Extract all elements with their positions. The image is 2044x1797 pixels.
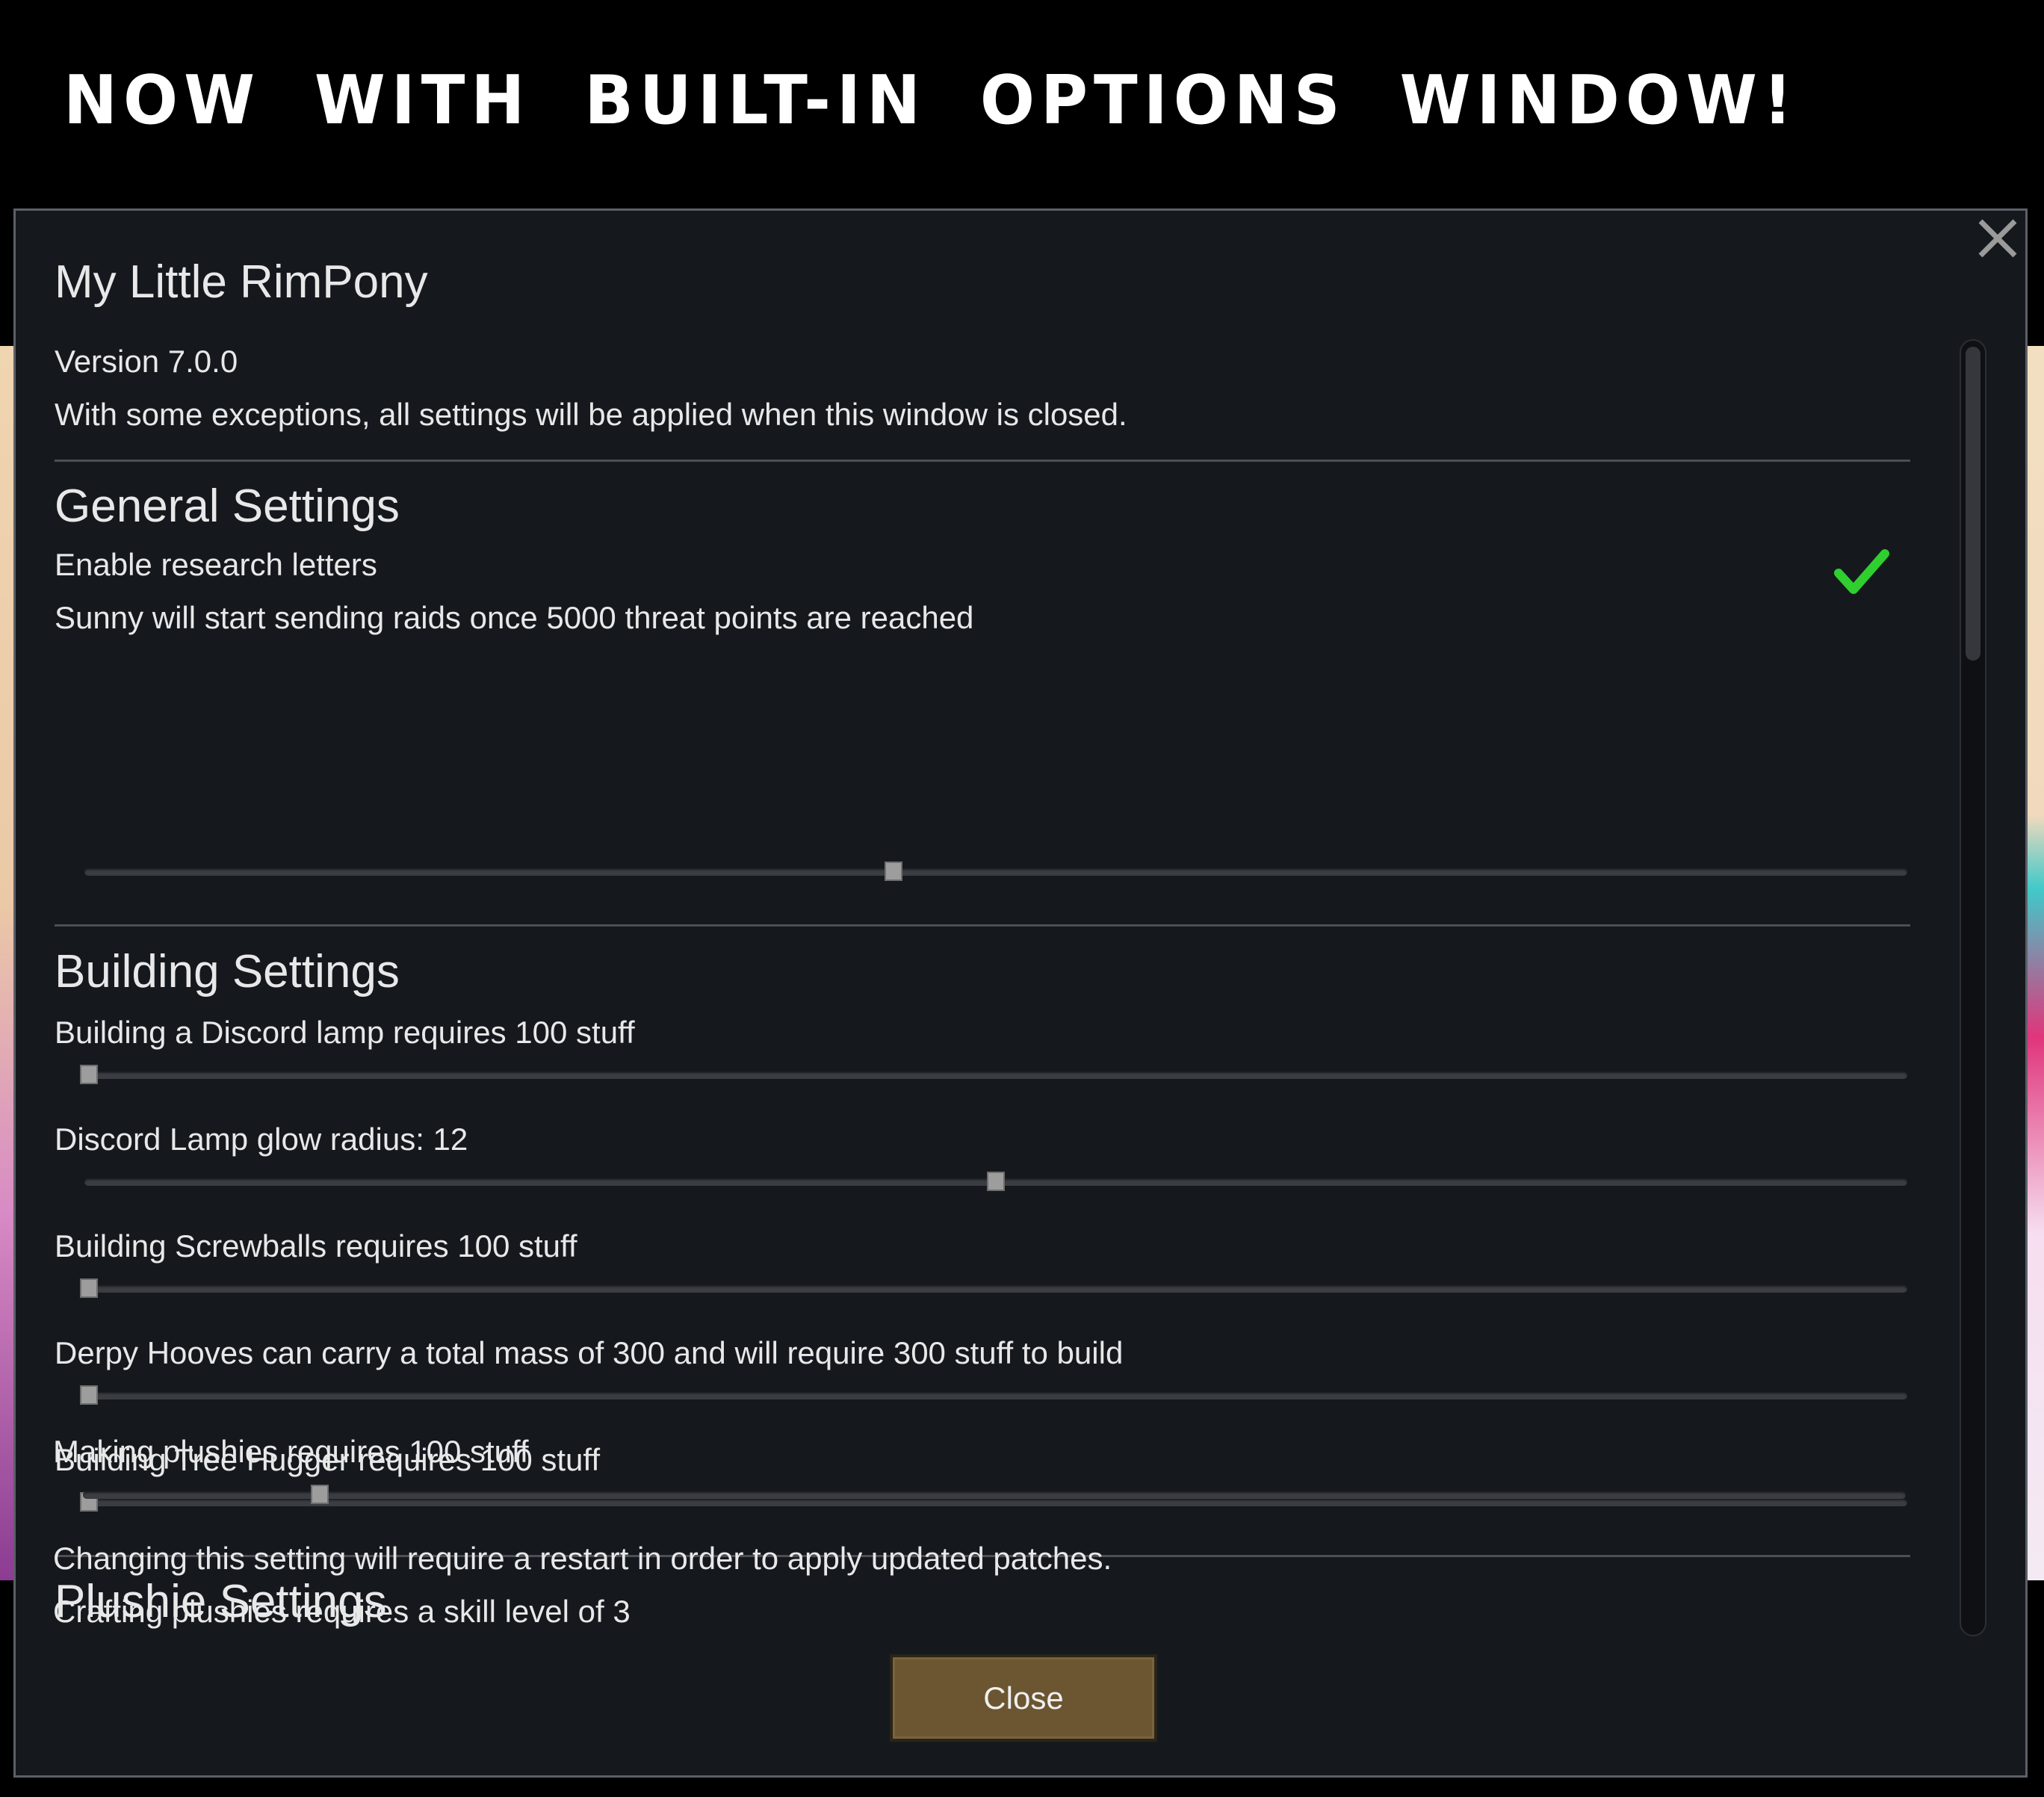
research-letters-label: Enable research letters: [55, 547, 377, 582]
slider-thumb[interactable]: [885, 862, 903, 881]
promo-banner-text: Now with built-in options window!: [64, 61, 1799, 140]
research-letters-checkbox[interactable]: [1833, 543, 1889, 600]
plushie-skill-label: Crafting plushies requires a skill level…: [53, 1594, 631, 1629]
slider-track: [84, 1392, 1907, 1399]
screwballs-cost-label: Building Screwballs requires 100 stuff: [55, 1228, 577, 1264]
slider-track: [84, 1071, 1907, 1079]
settings-scroll-content: My Little RimPony Version 7.0.0 With som…: [55, 211, 1922, 1645]
vertical-scrollbar[interactable]: [1960, 339, 1986, 1636]
discord-lamp-radius-label: Discord Lamp glow radius: 12: [55, 1122, 468, 1157]
close-button[interactable]: Close: [890, 1654, 1157, 1742]
raids-threshold-slider[interactable]: [84, 861, 1907, 883]
section-divider: [55, 924, 1910, 927]
discord-lamp-cost-label: Building a Discord lamp requires 100 stu…: [55, 1015, 635, 1050]
general-settings-title: General Settings: [55, 480, 400, 532]
discord-lamp-radius-slider[interactable]: [84, 1171, 1907, 1193]
checkmark-icon: [1834, 549, 1889, 594]
apply-note: With some exceptions, all settings will …: [55, 397, 1127, 432]
slider-thumb[interactable]: [80, 1065, 98, 1084]
version-text: Version 7.0.0: [55, 344, 238, 379]
making-plushies-slider[interactable]: [83, 1484, 1906, 1506]
derpy-hooves-slider[interactable]: [80, 1385, 1907, 1407]
slider-track: [83, 1491, 1906, 1499]
making-plushies-label: Making plushies requires 100 stuff: [53, 1434, 529, 1469]
mod-title: My Little RimPony: [55, 256, 428, 308]
restart-note: Changing this setting will require a res…: [53, 1541, 1112, 1576]
slider-thumb[interactable]: [80, 1385, 98, 1405]
section-divider: [55, 460, 1910, 462]
slider-track: [84, 1285, 1907, 1293]
raids-threshold-label: Sunny will start sending raids once 5000…: [55, 600, 974, 635]
scrollbar-thumb[interactable]: [1966, 347, 1980, 661]
slider-track: [84, 868, 1907, 876]
discord-lamp-cost-slider[interactable]: [80, 1064, 1907, 1086]
screwballs-cost-slider[interactable]: [80, 1278, 1907, 1300]
building-settings-title: Building Settings: [55, 946, 400, 998]
slider-thumb[interactable]: [80, 1278, 98, 1298]
slider-thumb[interactable]: [987, 1172, 1005, 1191]
close-x-icon[interactable]: [1975, 215, 2021, 262]
derpy-hooves-label: Derpy Hooves can carry a total mass of 3…: [55, 1335, 1124, 1370]
slider-thumb[interactable]: [311, 1485, 329, 1504]
